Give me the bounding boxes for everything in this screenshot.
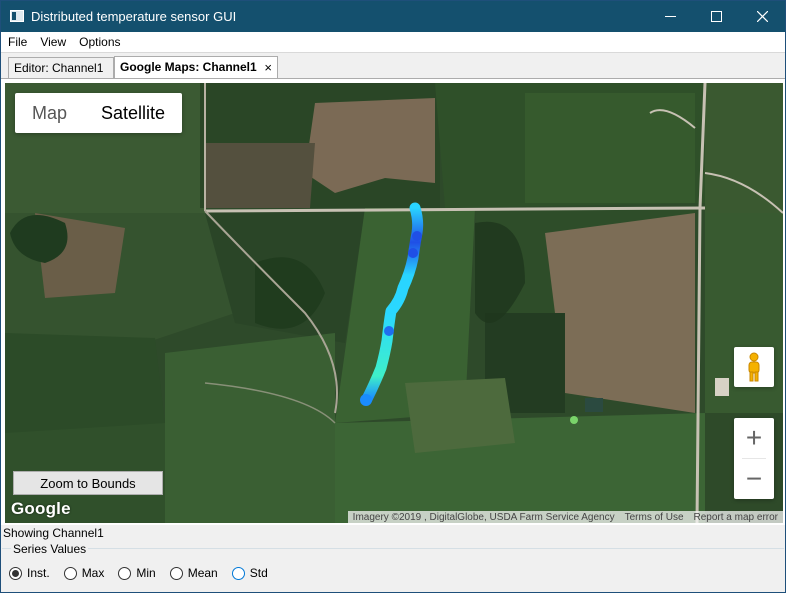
radio-indicator[interactable]	[231, 566, 245, 580]
menu-file[interactable]: File	[1, 32, 33, 52]
map-type-map-button[interactable]: Map	[15, 93, 84, 133]
zoom-in-button[interactable]: +	[734, 418, 774, 458]
tab-google-maps-channel1[interactable]: Google Maps: Channel1 ×	[114, 56, 278, 80]
menu-bar: File View Options	[1, 32, 785, 52]
app-window: Distributed temperature sensor GUI File …	[0, 0, 786, 593]
tab-strip: Editor: Channel1 Google Maps: Channel1 ×	[1, 52, 785, 80]
series-radio-group: Inst. Max Min Mean Std	[9, 566, 282, 580]
tab-label: Google Maps: Channel1	[120, 60, 257, 74]
radio-max[interactable]: Max	[63, 566, 105, 580]
imagery-credit: Imagery ©2019 , DigitalGlobe, USDA Farm …	[352, 512, 615, 523]
satellite-map[interactable]: Map Satellite + − Zoom to Bounds Google	[5, 83, 783, 523]
status-text: Showing Channel1	[3, 526, 104, 540]
menu-view[interactable]: View	[33, 32, 72, 52]
zoom-to-bounds-button[interactable]: Zoom to Bounds	[13, 471, 163, 495]
minimize-button[interactable]	[647, 1, 693, 32]
menu-options[interactable]: Options	[72, 32, 126, 52]
radio-min[interactable]: Min	[118, 566, 156, 580]
map-panel: Map Satellite + − Zoom to Bounds Google	[1, 78, 785, 525]
sensor-track	[360, 202, 424, 406]
minimize-icon	[664, 16, 676, 17]
radio-std[interactable]: Std	[231, 566, 268, 580]
radio-label: Inst.	[27, 566, 50, 580]
google-logo: Google	[11, 499, 71, 518]
terms-of-use-link[interactable]: Terms of Use	[620, 511, 689, 523]
radio-label: Min	[136, 566, 156, 580]
radio-indicator[interactable]	[63, 566, 77, 580]
pegman-icon	[748, 352, 760, 382]
close-button[interactable]	[739, 1, 785, 32]
series-values-legend: Series Values	[11, 542, 89, 556]
track-start-marker	[360, 394, 372, 406]
radio-inst[interactable]: Inst.	[9, 566, 50, 580]
app-icon	[10, 10, 24, 22]
radio-indicator[interactable]	[118, 566, 132, 580]
radio-label: Max	[81, 566, 105, 580]
title-bar[interactable]: Distributed temperature sensor GUI	[1, 1, 785, 32]
tab-label: Editor: Channel1	[14, 61, 104, 75]
radio-label: Std	[249, 566, 268, 580]
zoom-out-button[interactable]: −	[734, 459, 774, 499]
street-view-button[interactable]	[734, 347, 774, 387]
close-icon	[756, 11, 768, 22]
tab-editor-channel1[interactable]: Editor: Channel1	[8, 57, 114, 79]
map-attribution: Imagery ©2019 , DigitalGlobe, USDA Farm …	[347, 511, 783, 523]
report-map-error-link[interactable]: Report a map error	[689, 511, 783, 523]
window-title: Distributed temperature sensor GUI	[31, 9, 237, 24]
radio-indicator[interactable]	[169, 566, 183, 580]
radio-mean[interactable]: Mean	[169, 566, 218, 580]
maximize-button[interactable]	[693, 1, 739, 32]
radio-indicator[interactable]	[9, 566, 22, 580]
series-values-group: Series Values Inst. Max Min Mean Std	[2, 542, 784, 592]
map-type-satellite-button[interactable]: Satellite	[84, 93, 182, 133]
zoom-control: + −	[734, 418, 774, 499]
radio-label: Mean	[187, 566, 218, 580]
map-type-control: Map Satellite	[15, 93, 183, 133]
maximize-icon	[710, 11, 722, 22]
tab-close-icon[interactable]: ×	[264, 61, 272, 74]
